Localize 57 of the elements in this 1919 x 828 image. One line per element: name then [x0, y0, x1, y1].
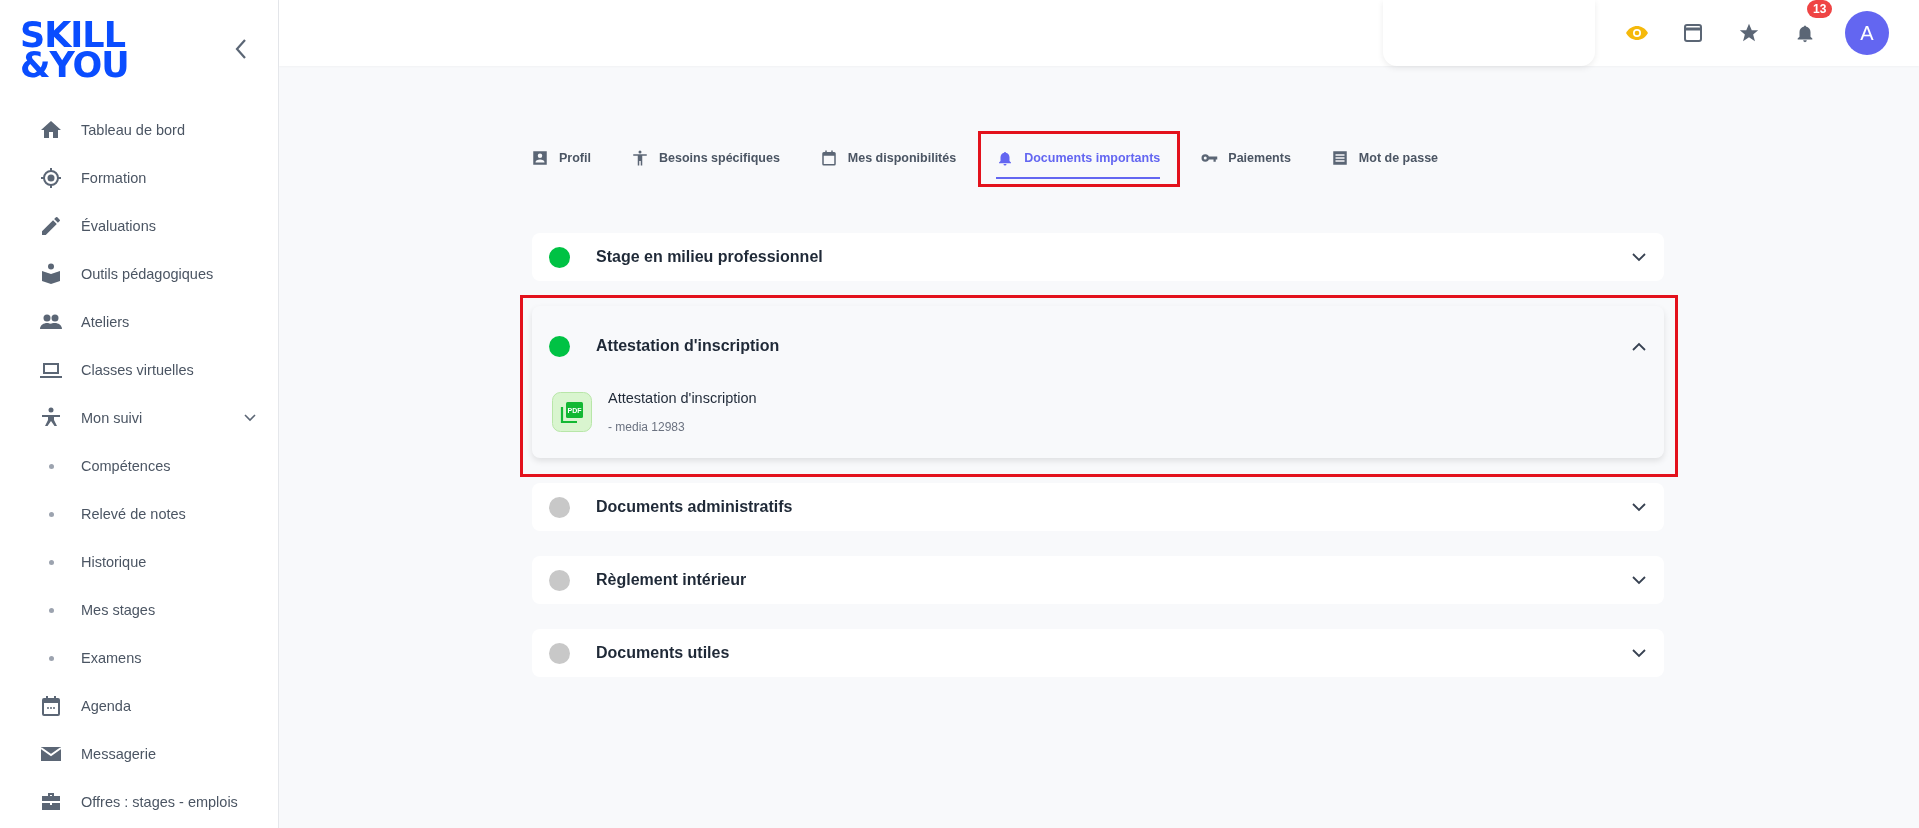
accessibility-icon: [630, 149, 649, 167]
pencil-icon: [39, 214, 63, 238]
bullet-icon: [48, 655, 54, 661]
sidebar-item[interactable]: Tableau de bord: [81, 122, 185, 138]
accordion-panel[interactable]: Documents utiles: [532, 629, 1664, 677]
file-name[interactable]: Attestation d'inscription: [608, 390, 757, 406]
chevron-icon[interactable]: [1632, 575, 1646, 585]
file-meta: - media 12983: [608, 420, 686, 434]
bullet-icon: [48, 463, 54, 469]
sidebar-item[interactable]: Ateliers: [81, 314, 130, 330]
tab[interactable]: Documents importants: [988, 137, 1169, 179]
sidebar-subitem[interactable]: Mes stages: [81, 602, 156, 618]
section-title: Stage en milieu professionnel: [596, 248, 824, 266]
sidebar-subitem[interactable]: Historique: [81, 554, 147, 570]
contact-card-icon: [531, 149, 549, 167]
section-title: Documents administratifs: [596, 498, 794, 516]
chevron-icon[interactable]: [1632, 648, 1646, 658]
section-title: Attestation d'inscription: [596, 337, 781, 355]
logo[interactable]: SKILL &YOU: [20, 20, 129, 80]
list-icon: [1330, 149, 1349, 167]
accordion-panel[interactable]: Règlement intérieur: [532, 556, 1664, 604]
chevron-icon[interactable]: [244, 414, 256, 422]
sidebar-subitem[interactable]: Examens: [81, 650, 142, 666]
sidebar-item[interactable]: Offres : stages - emplois: [81, 794, 238, 810]
accordion-panel[interactable]: Documents administratifs: [532, 483, 1664, 531]
book-reader-icon: [39, 262, 63, 286]
tab[interactable]: Besoins spécifiques: [622, 137, 788, 179]
chevron-icon[interactable]: [1632, 502, 1646, 512]
avatar[interactable]: A: [1845, 11, 1889, 55]
chevron-icon[interactable]: [1632, 252, 1646, 262]
tab[interactable]: Profil: [523, 137, 599, 179]
chevron-left-icon[interactable]: [234, 38, 248, 60]
bullet-icon: [48, 511, 54, 517]
sidebar-item[interactable]: Outils pédagogiques: [81, 266, 214, 282]
sidebar-item[interactable]: Classes virtuelles: [81, 362, 194, 378]
bullet-icon: [48, 607, 54, 613]
section-title: Règlement intérieur: [596, 571, 748, 589]
sidebar-item[interactable]: Mon suivi: [81, 410, 143, 426]
sidebar-subitem[interactable]: Compétences: [81, 458, 171, 474]
sidebar-item[interactable]: Évaluations: [81, 218, 156, 234]
calendar-icon: [819, 149, 838, 167]
chevron-icon[interactable]: [1632, 341, 1646, 351]
sidebar-item[interactable]: Agenda: [81, 698, 131, 714]
tab[interactable]: Mot de passe: [1322, 137, 1447, 179]
section-title: Documents utiles: [596, 644, 731, 662]
browser-window-icon[interactable]: [1683, 23, 1703, 43]
sidebar-item[interactable]: Messagerie: [81, 746, 156, 762]
target-icon: [39, 166, 63, 190]
tab[interactable]: Mes disponibilités: [811, 137, 965, 179]
calendar-icon: [39, 694, 63, 718]
sidebar-subitem[interactable]: Relevé de notes: [81, 506, 186, 522]
tab[interactable]: Paiements: [1192, 137, 1299, 179]
star-icon[interactable]: [1738, 22, 1760, 44]
notification-badge: 13: [1807, 0, 1833, 18]
sidebar-item[interactable]: Formation: [81, 170, 147, 186]
accordion-panel[interactable]: Stage en milieu professionnel: [532, 233, 1664, 281]
bullet-icon: [48, 559, 54, 565]
